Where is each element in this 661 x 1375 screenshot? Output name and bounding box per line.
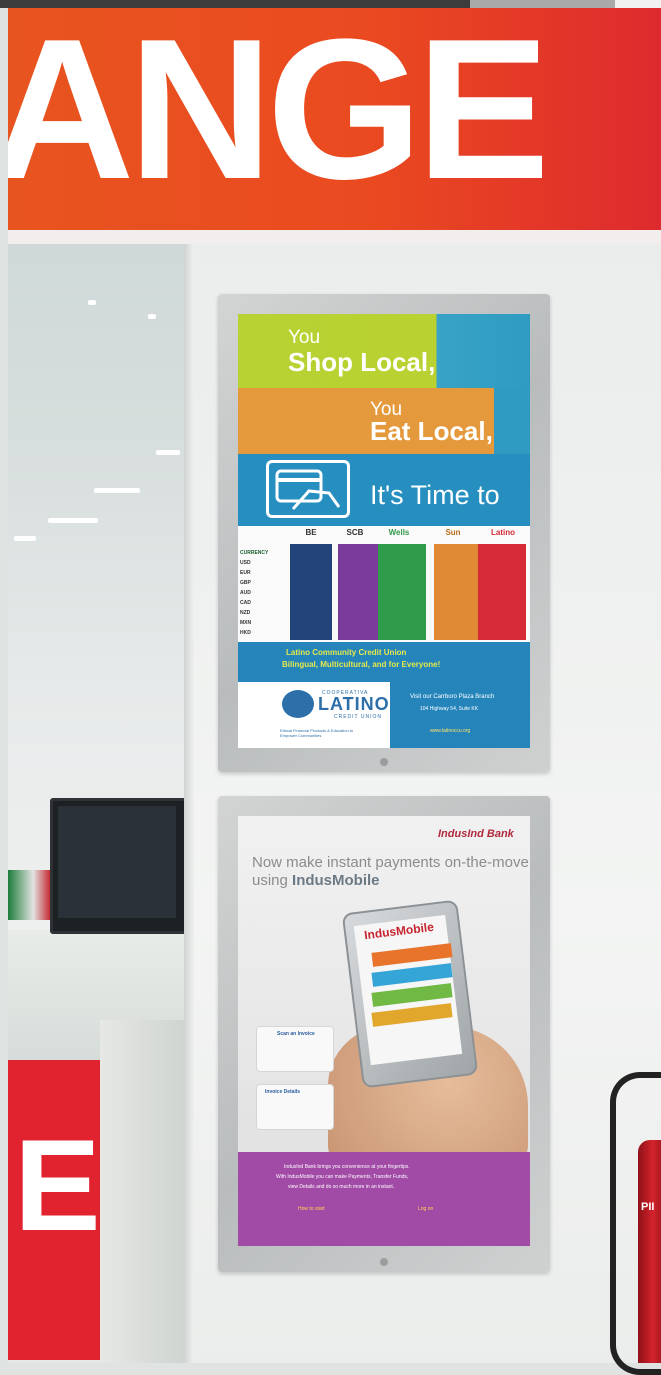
rate-column (378, 544, 426, 640)
ceiling-light (156, 450, 180, 455)
branch-address: 104 Highway 54, Suite KK (420, 706, 479, 712)
bank-logo: Sun (445, 528, 461, 537)
store-display-item (8, 870, 50, 920)
bank-brand: IndusInd Bank (438, 828, 514, 840)
callout-title: Scan an Invoice (277, 1031, 315, 1037)
poster-tagline-1: Latino Community Credit Union (286, 648, 407, 657)
poster-url: www.latinoccu.org (430, 728, 471, 734)
logo-sub-text: CREDIT UNION (334, 714, 383, 720)
callout-box: Scan an Invoice (256, 1026, 334, 1072)
poster-line-2: Shop Local, (288, 347, 436, 377)
extinguisher-label: PII (641, 1201, 655, 1213)
currency-code: NZD (240, 610, 251, 616)
store-red-sign-letter: E (14, 1112, 101, 1258)
band-left-title: How to start (298, 1206, 325, 1212)
banner-underbar (8, 230, 661, 245)
poster-footer-blue (390, 682, 530, 748)
branch-visit-text: Visit our Carrboro Plaza Branch (410, 694, 495, 700)
band-right-title: Log on (418, 1206, 434, 1212)
ceiling-light (148, 314, 156, 319)
bank-logo: Latino (491, 528, 515, 537)
fire-extinguisher (638, 1140, 661, 1363)
wall-edge (184, 244, 194, 1363)
frame-screw (380, 1258, 388, 1266)
credit-union-poster: You Shop Local, You Eat Local, It's Time… (238, 314, 530, 748)
top-grey-strip (470, 0, 615, 8)
ceiling-light (94, 488, 140, 493)
rate-column (478, 544, 526, 640)
poster-headline-1: Now make instant payments on-the-move (252, 854, 529, 871)
poster-fine-print: Ethical Financial Products & Education t… (280, 728, 354, 738)
rate-comparison-table: BE SCB Wells Sun Latino CURRENCY USD EUR… (238, 526, 530, 642)
rate-column (338, 544, 378, 640)
currency-code: GBP (240, 580, 251, 586)
band-text: With IndusMobile you can make Payments, … (276, 1174, 409, 1180)
rate-column (290, 544, 332, 640)
ceiling-light (14, 536, 36, 541)
card-icon (266, 460, 350, 518)
ceiling-light (88, 300, 96, 305)
rate-column (434, 544, 478, 640)
headline-prefix: using (252, 872, 288, 889)
frame-screw (380, 758, 388, 766)
bird-logo-icon (282, 690, 314, 718)
poster-tagline-2: Bilingual, Multicultural, and for Everyo… (282, 660, 441, 669)
currency-code: HKD (240, 630, 251, 636)
band-text: view Details and do so much more in an i… (288, 1184, 395, 1190)
poster-blue-accent (494, 388, 530, 454)
currency-code: EUR (240, 570, 251, 576)
bank-logo: Wells (388, 528, 410, 537)
callout-title: Invoice Details (265, 1089, 301, 1095)
currency-code: AUD (240, 590, 251, 596)
currency-code: USD (240, 560, 251, 566)
top-light-strip (615, 0, 661, 8)
currency-code: MXN (240, 620, 252, 626)
ceiling-light (48, 518, 98, 523)
bank-poster: IndusInd Bank Now make instant payments … (238, 816, 530, 1246)
store-banner: ANGE (8, 8, 661, 230)
banner-text: ANGE (8, 8, 550, 221)
poster-line-5: It's Time to (370, 480, 500, 510)
bank-logo: SCB (346, 528, 364, 537)
bank-logo: BE (305, 528, 317, 537)
poster-line-4: Eat Local, (370, 416, 493, 446)
credit-union-logo: LATINO (318, 694, 390, 714)
poster-line-1: You (288, 327, 321, 348)
currency-header: CURRENCY (240, 550, 269, 556)
store-counter-side (100, 1020, 184, 1363)
currency-code: CAD (240, 600, 251, 606)
headline-app-name: IndusMobile (292, 872, 380, 889)
callout-box: Invoice Details (256, 1084, 334, 1130)
band-text: IndusInd Bank brings you convenience at … (284, 1164, 410, 1170)
poster-headline-2: using IndusMobile (252, 872, 380, 889)
counter-monitor-screen (58, 806, 176, 918)
